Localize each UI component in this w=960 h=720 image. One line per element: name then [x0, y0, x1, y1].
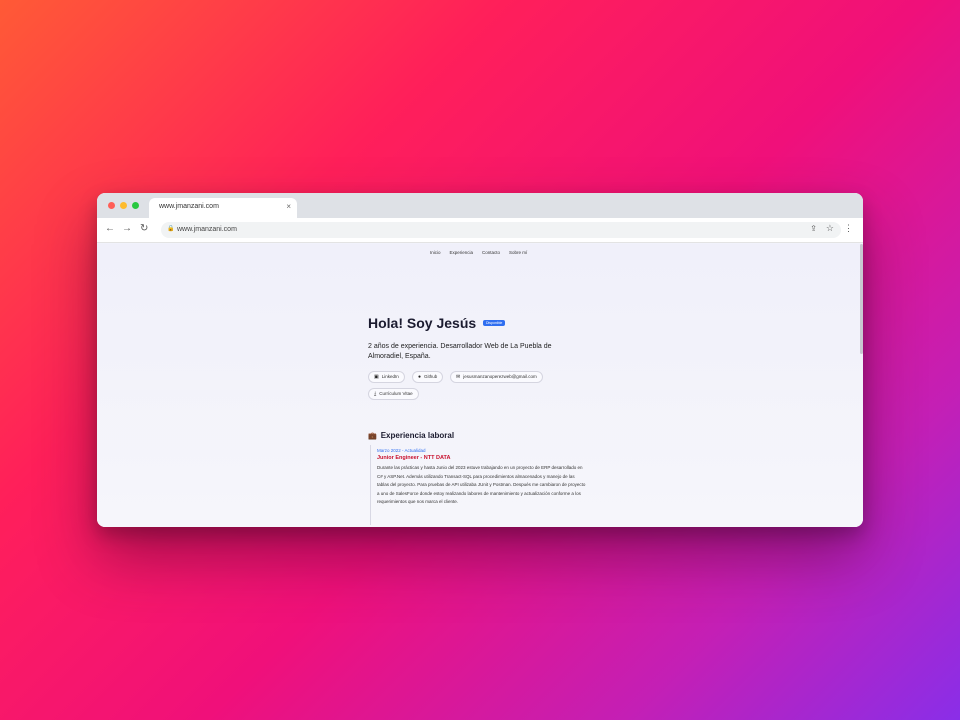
- cv-label: Currículum Vitae: [379, 391, 413, 396]
- star-icon[interactable]: ☆: [826, 223, 834, 234]
- address-bar[interactable]: 🔒 www.jmanzani.com: [161, 222, 841, 238]
- linkedin-link[interactable]: ▣ LinkedIn: [368, 371, 405, 383]
- download-icon: ⤓: [374, 391, 377, 397]
- reload-icon[interactable]: ↻: [140, 223, 148, 234]
- job-date: Marzo 2022 - Actualidad: [377, 448, 426, 453]
- availability-badge: Disponible: [483, 320, 506, 326]
- web-page: Inicio Experiencia Contacto Sobre mí Hol…: [97, 244, 863, 527]
- browser-toolbar: ← → ↻ 🔒 www.jmanzani.com ⇪ ☆ ⋮: [97, 218, 863, 243]
- share-icon[interactable]: ⇪: [810, 224, 817, 233]
- job-description: Durante las prácticas y hasta Junio del …: [377, 465, 586, 504]
- experience-section-title: 💼 Experiencia laboral: [368, 431, 454, 440]
- experience-title-text: Experiencia laboral: [380, 431, 455, 440]
- email-link[interactable]: ✉ jesusmanzanoperezweb@gmail.com: [450, 371, 543, 383]
- forward-arrow-icon[interactable]: →: [122, 223, 132, 234]
- back-arrow-icon[interactable]: ←: [105, 223, 115, 234]
- browser-window: www.jmanzani.com × ← → ↻ 🔒 www.jmanzani.…: [97, 193, 863, 527]
- url-text: www.jmanzani.com: [177, 226, 237, 233]
- tab-bar: www.jmanzani.com ×: [97, 193, 863, 218]
- tab-close-icon[interactable]: ×: [286, 202, 291, 211]
- nav-link-sobre-mi[interactable]: Sobre mí: [509, 250, 527, 255]
- maximize-window-button[interactable]: [132, 202, 139, 209]
- cv-download-link[interactable]: ⤓ Currículum Vitae: [368, 388, 419, 400]
- scrollbar[interactable]: [860, 244, 863, 354]
- close-window-button[interactable]: [108, 202, 115, 209]
- hero-title: Hola! Soy Jesús: [368, 315, 477, 331]
- nav-link-experiencia[interactable]: Experiencia: [450, 250, 474, 255]
- nav-link-inicio[interactable]: Inicio: [430, 250, 441, 255]
- briefcase-icon: 💼: [368, 432, 377, 440]
- menu-icon[interactable]: ⋮: [844, 223, 853, 234]
- browser-tab[interactable]: www.jmanzani.com ×: [149, 198, 297, 218]
- site-nav: Inicio Experiencia Contacto Sobre mí: [430, 250, 527, 255]
- linkedin-label: LinkedIn: [381, 374, 399, 379]
- tab-title: www.jmanzani.com: [159, 203, 219, 210]
- email-label: jesusmanzanoperezweb@gmail.com: [463, 374, 537, 379]
- linkedin-icon: ▣: [374, 374, 379, 380]
- minimize-window-button[interactable]: [120, 202, 127, 209]
- timeline-line: [370, 445, 371, 525]
- mail-icon: ✉: [456, 374, 461, 380]
- github-icon: ●: [418, 374, 422, 380]
- lock-icon: 🔒: [167, 226, 175, 232]
- nav-link-contacto[interactable]: Contacto: [482, 250, 500, 255]
- hero-description: 2 años de experiencia. Desarrollador Web…: [368, 343, 552, 360]
- job-title: Junior Engineer - NTT DATA: [377, 455, 451, 461]
- github-label: Github: [424, 374, 438, 379]
- github-link[interactable]: ● Github: [412, 371, 444, 383]
